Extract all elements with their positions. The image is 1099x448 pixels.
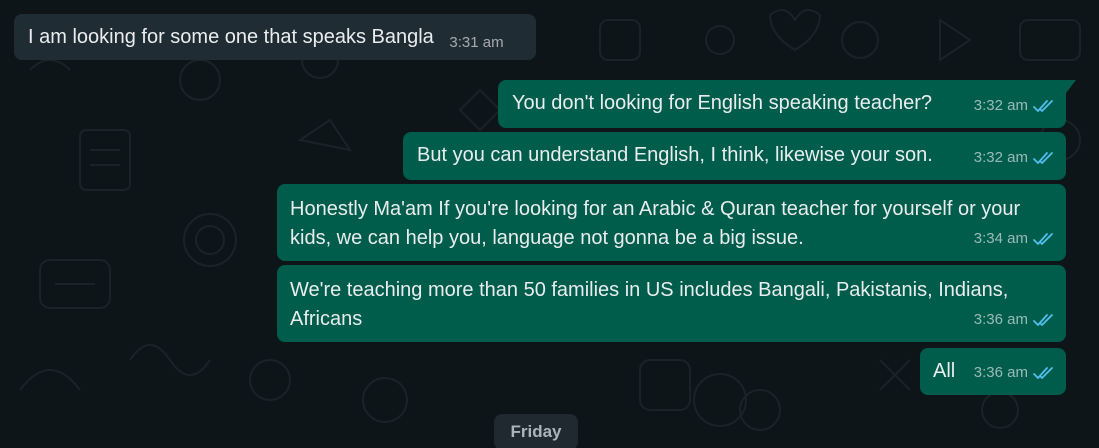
- message-text: All: [933, 360, 956, 382]
- message-meta: 3:36 am: [974, 305, 1056, 334]
- message-time: 3:32 am: [973, 97, 1028, 114]
- message-meta: 3:31 am: [449, 28, 503, 57]
- message-time: 3:36 am: [973, 364, 1028, 381]
- double-check-icon: [1032, 231, 1056, 247]
- message-outgoing[interactable]: But you can understand English, I think,…: [403, 132, 1066, 180]
- double-check-icon: [1032, 150, 1056, 166]
- message-text: We're teaching more than 50 families in …: [290, 279, 1013, 330]
- message-incoming[interactable]: I am looking for some one that speaks Ba…: [14, 14, 536, 60]
- message-outgoing[interactable]: You don't looking for English speaking t…: [498, 80, 1076, 128]
- message-text: You don't looking for English speaking t…: [512, 92, 933, 114]
- message-time: 3:31 am: [449, 34, 504, 51]
- message-time: 3:32 am: [973, 149, 1028, 166]
- message-text: But you can understand English, I think,…: [417, 144, 933, 166]
- chat-panel[interactable]: I am looking for some one that speaks Ba…: [0, 0, 1099, 448]
- date-separator: Friday: [494, 414, 578, 448]
- message-meta: 3:34 am: [974, 224, 1056, 253]
- message-meta: 3:32 am: [974, 91, 1056, 120]
- message-time: 3:34 am: [973, 230, 1028, 247]
- message-text: I am looking for some one that speaks Ba…: [28, 26, 434, 48]
- double-check-icon: [1032, 365, 1056, 381]
- message-outgoing[interactable]: We're teaching more than 50 families in …: [277, 265, 1066, 342]
- message-meta: 3:36 am: [974, 358, 1056, 387]
- message-outgoing[interactable]: Honestly Ma'am If you're looking for an …: [277, 184, 1066, 261]
- message-outgoing[interactable]: All 3:36 am: [920, 348, 1066, 395]
- message-meta: 3:32 am: [974, 143, 1056, 172]
- bubble-tail: [1066, 80, 1076, 93]
- double-check-icon: [1032, 98, 1056, 114]
- double-check-icon: [1032, 312, 1056, 328]
- message-text: Honestly Ma'am If you're looking for an …: [290, 198, 1026, 249]
- message-time: 3:36 am: [973, 311, 1028, 328]
